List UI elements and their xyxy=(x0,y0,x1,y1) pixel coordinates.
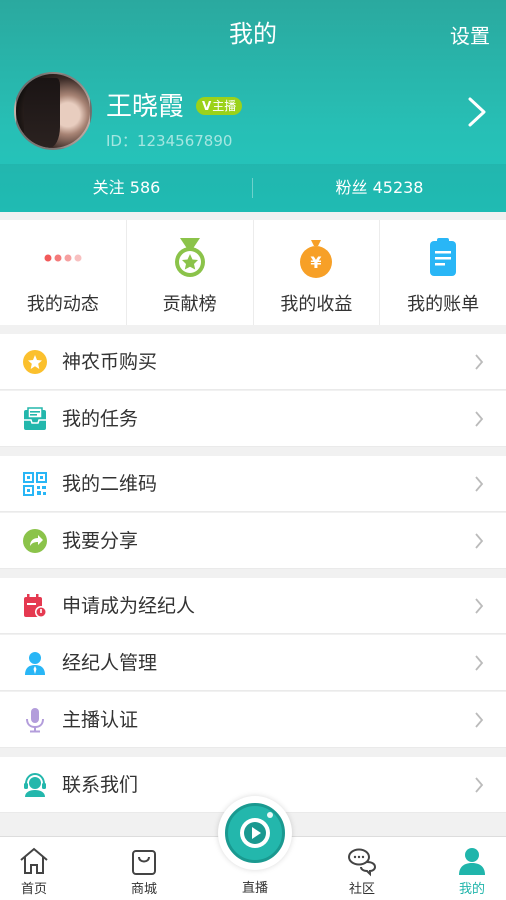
shopping-bag-icon xyxy=(132,850,156,875)
chevron-right-icon xyxy=(475,598,484,614)
user-icon xyxy=(459,848,485,875)
tab-label: 我的 xyxy=(458,882,485,897)
follow-count[interactable]: 关注 586 xyxy=(0,164,253,212)
chevron-right-icon xyxy=(475,411,484,427)
task-tray-icon xyxy=(24,407,46,430)
anchor-badge: V主播 xyxy=(196,97,243,115)
play-icon xyxy=(240,812,273,848)
menu-label: 我要分享 xyxy=(62,530,139,552)
tab-home[interactable]: 首页 xyxy=(0,837,74,900)
menu-item-qrcode[interactable]: 我的二维码 xyxy=(0,456,506,512)
menu-item-tasks[interactable]: 我的任务 xyxy=(0,391,506,447)
stats-bar: 关注 586 粉丝 45238 xyxy=(0,164,506,212)
chevron-right-icon xyxy=(475,476,484,492)
chevron-right-icon xyxy=(475,354,484,370)
microphone-icon xyxy=(26,708,44,733)
avatar[interactable] xyxy=(14,72,92,150)
tab-label: 首页 xyxy=(20,882,47,897)
user-id: ID：1234567890 xyxy=(106,132,233,150)
dots-icon xyxy=(44,254,82,262)
live-button-inner xyxy=(225,803,285,863)
menu-item-agent-management[interactable]: 经纪人管理 xyxy=(0,635,506,691)
menu-label: 联系我们 xyxy=(62,774,139,796)
tab-label: 社区 xyxy=(348,882,375,897)
quick-item-bill[interactable]: 我的账单 xyxy=(380,220,506,325)
settings-button[interactable]: 设置 xyxy=(450,20,490,49)
badge-label: 主播 xyxy=(212,99,237,113)
quick-actions: 我的动态 贡献榜 ¥ 我的收益 我的账单 xyxy=(0,220,506,325)
tab-label: 商城 xyxy=(130,882,157,897)
money-bag-icon: ¥ xyxy=(300,240,333,278)
medal-icon xyxy=(174,238,205,277)
username: 王晓霞 xyxy=(106,92,185,122)
tab-live[interactable] xyxy=(218,796,292,870)
chevron-right-icon[interactable] xyxy=(466,96,488,128)
menu-label: 我的二维码 xyxy=(62,473,158,495)
calendar-apply-icon xyxy=(24,594,47,618)
share-icon xyxy=(23,529,47,553)
menu-label: 经纪人管理 xyxy=(62,652,158,674)
tab-label: 直播 xyxy=(241,881,268,896)
menu-item-anchor-verification[interactable]: 主播认证 xyxy=(0,692,506,748)
chat-bubbles-icon xyxy=(348,848,377,877)
chevron-right-icon xyxy=(475,712,484,728)
clipboard-icon xyxy=(430,238,457,276)
fans-count[interactable]: 粉丝 45238 xyxy=(253,164,506,212)
headset-icon xyxy=(24,772,46,797)
page-title: 我的 xyxy=(229,20,277,48)
qr-code-icon xyxy=(23,472,47,496)
menu-item-share[interactable]: 我要分享 xyxy=(0,513,506,569)
quick-label: 贡献榜 xyxy=(162,294,217,315)
quick-item-dynamics[interactable]: 我的动态 xyxy=(0,220,127,325)
tab-mine[interactable]: 我的 xyxy=(432,837,506,900)
quick-label: 我的收益 xyxy=(280,294,353,315)
quick-label: 我的动态 xyxy=(26,294,99,315)
profile-header: 我的 设置 王晓霞 V主播 ID：1234567890 关注 586 粉丝 45… xyxy=(0,0,506,212)
menu-item-buy-coins[interactable]: 神农币购买 xyxy=(0,334,506,390)
chevron-right-icon xyxy=(475,533,484,549)
menu-label: 神农币购买 xyxy=(62,351,158,373)
person-manage-icon xyxy=(25,652,45,675)
chevron-right-icon xyxy=(475,655,484,671)
badge-v: V xyxy=(202,99,212,113)
quick-item-earnings[interactable]: ¥ 我的收益 xyxy=(254,220,381,325)
menu-item-apply-agent[interactable]: 申请成为经纪人 xyxy=(0,578,506,634)
menu-label: 我的任务 xyxy=(62,408,139,430)
menu-label: 主播认证 xyxy=(62,709,139,731)
coin-star-icon xyxy=(23,350,47,374)
quick-label: 我的账单 xyxy=(407,294,480,315)
home-icon xyxy=(20,847,48,874)
menu-label: 申请成为经纪人 xyxy=(62,595,196,617)
chevron-right-icon xyxy=(475,777,484,793)
svg-text:¥: ¥ xyxy=(311,253,322,272)
tab-mall[interactable]: 商城 xyxy=(104,837,184,900)
quick-item-contribution[interactable]: 贡献榜 xyxy=(127,220,254,325)
tab-community[interactable]: 社区 xyxy=(322,837,402,900)
